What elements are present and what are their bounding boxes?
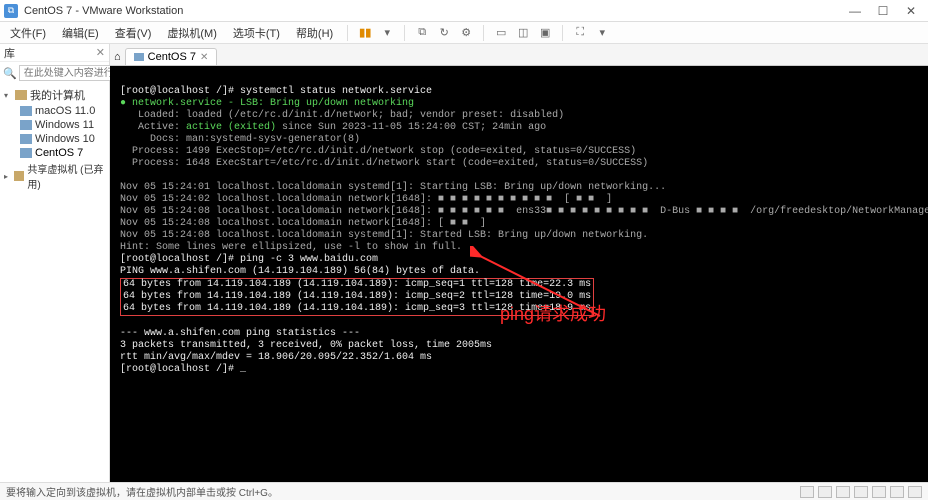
layout1-icon[interactable]: ▭ [492,24,510,42]
expand-icon[interactable]: ▾ [4,91,12,100]
status-device-icon[interactable] [908,486,922,498]
status-device-icon[interactable] [836,486,850,498]
window-titlebar: ⧉ CentOS 7 - VMware Workstation — ☐ ✕ [0,0,928,22]
menu-help[interactable]: 帮助(H) [290,23,339,43]
tree-label: 共享虚拟机 (已弃用) [27,161,105,191]
menu-file[interactable]: 文件(F) [4,23,52,43]
menu-edit[interactable]: 编辑(E) [56,23,105,43]
status-bar: 要将输入定向到该虚拟机，请在虚拟机内部单击或按 Ctrl+G。 [0,482,928,500]
menu-view[interactable]: 查看(V) [109,23,158,43]
tab-close-icon[interactable]: ✕ [200,52,208,63]
tree-item-win10[interactable]: Windows 10 [2,132,107,146]
main-area: ⌂ CentOS 7 ✕ [root@localhost /]# systemc… [110,44,928,482]
status-icons [800,486,922,498]
sidebar-search: 🔍 ▾ [0,62,109,84]
sidebar-header: 库 ✕ [0,44,109,62]
search-icon: 🔍 [3,67,17,80]
sidebar: 库 ✕ 🔍 ▾ ▾ 我的计算机 macOS 11.0 Windows 11 [0,44,110,482]
vm-icon [20,106,32,116]
sidebar-title: 库 [4,45,15,61]
folder-icon [15,90,27,100]
status-device-icon[interactable] [872,486,886,498]
app-icon: ⧉ [4,4,18,18]
tree-root-mycomputer[interactable]: ▾ 我的计算机 [2,86,107,104]
tab-bar: ⌂ CentOS 7 ✕ [110,44,928,66]
tree-label: 我的计算机 [30,87,85,103]
snapshot-icon[interactable]: ⧉ [413,24,431,42]
tree-shared-vms[interactable]: ▸ 共享虚拟机 (已弃用) [2,160,107,192]
menubar: 文件(F) 编辑(E) 查看(V) 虚拟机(M) 选项卡(T) 帮助(H) ▮▮… [0,22,928,44]
folder-icon [14,171,24,181]
menu-tabs[interactable]: 选项卡(T) [227,23,286,43]
window-controls: — ☐ ✕ [842,2,924,20]
status-device-icon[interactable] [800,486,814,498]
tab-centos7[interactable]: CentOS 7 ✕ [125,48,218,65]
home-icon[interactable]: ⌂ [114,51,121,63]
minimize-button[interactable]: — [842,2,868,20]
vm-icon [20,134,32,144]
window-title: CentOS 7 - VMware Workstation [24,5,842,17]
close-button[interactable]: ✕ [898,2,924,20]
vm-icon [134,53,144,61]
layout3-icon[interactable]: ▣ [536,24,554,42]
settings-icon[interactable]: ⚙ [457,24,475,42]
tree-label: macOS 11.0 [35,105,95,117]
maximize-button[interactable]: ☐ [870,2,896,20]
unity-icon[interactable]: ▾ [593,24,611,42]
tree-label: CentOS 7 [35,147,83,159]
tab-label: CentOS 7 [148,51,196,63]
annotation-text: ping请求成功 [500,308,606,320]
menu-vm[interactable]: 虚拟机(M) [161,23,223,43]
vm-tree: ▾ 我的计算机 macOS 11.0 Windows 11 Windows 10… [0,84,109,194]
status-device-icon[interactable] [818,486,832,498]
sidebar-close-icon[interactable]: ✕ [96,46,105,59]
status-device-icon[interactable] [854,486,868,498]
tree-item-macos[interactable]: macOS 11.0 [2,104,107,118]
separator [347,25,348,41]
vm-icon [20,120,32,130]
vm-icon [20,148,32,158]
tree-item-win11[interactable]: Windows 11 [2,118,107,132]
layout2-icon[interactable]: ◫ [514,24,532,42]
separator [483,25,484,41]
separator [562,25,563,41]
pause-icon[interactable]: ▮▮ [356,24,374,42]
separator [404,25,405,41]
tree-item-centos7[interactable]: CentOS 7 [2,146,107,160]
fullscreen-icon[interactable]: ⛶ [571,24,589,42]
refresh-icon[interactable]: ↻ [435,24,453,42]
expand-icon[interactable]: ▸ [4,172,11,181]
tree-label: Windows 11 [35,119,94,131]
status-device-icon[interactable] [890,486,904,498]
tree-label: Windows 10 [35,133,95,145]
dropdown-icon[interactable]: ▾ [378,24,396,42]
terminal-view[interactable]: [root@localhost /]# systemctl status net… [110,66,928,482]
status-text: 要将输入定向到该虚拟机，请在虚拟机内部单击或按 Ctrl+G。 [6,484,278,499]
